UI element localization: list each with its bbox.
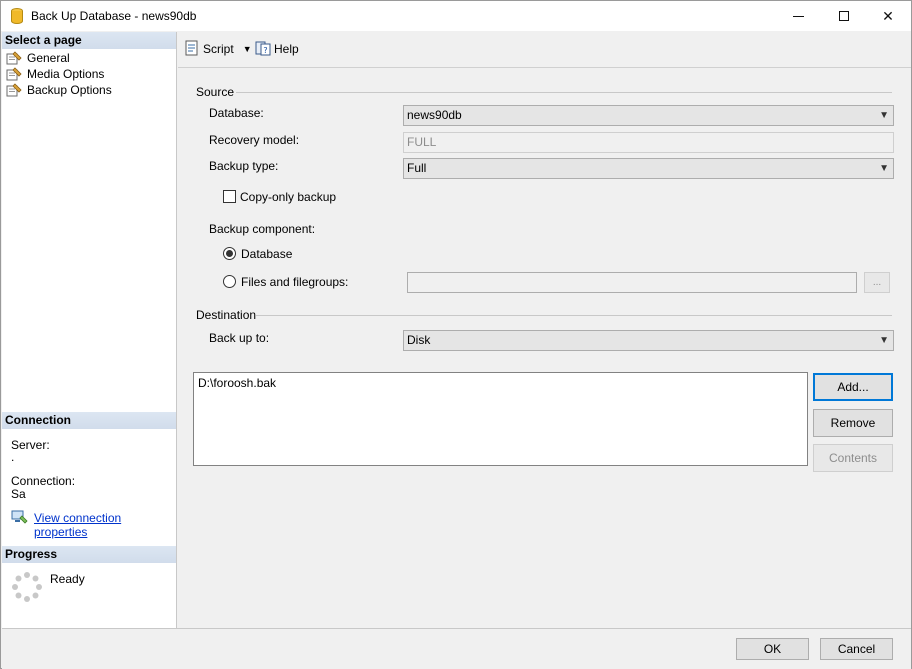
database-radio-label[interactable]: Database [241, 247, 292, 261]
page-item-backup-options[interactable]: Backup Options [6, 82, 112, 98]
left-panel: Select a page General Media Options Back… [2, 32, 177, 628]
connection-label: Connection: [11, 474, 76, 488]
copy-only-label[interactable]: Copy-only backup [240, 190, 336, 204]
destination-divider [256, 315, 892, 316]
minimize-button[interactable] [775, 1, 821, 31]
help-button[interactable]: ? Help [255, 40, 299, 58]
ok-button[interactable]: OK [736, 638, 809, 660]
general-page: Source Database: news90db ▼ Recovery mod… [178, 67, 911, 628]
page-item-label: Backup Options [27, 83, 112, 97]
title-bar: Back Up Database - news90db ✕ [1, 1, 911, 31]
backup-component-label: Backup component: [209, 222, 316, 236]
database-select[interactable]: news90db ▼ [403, 105, 894, 126]
minimize-icon [792, 15, 804, 17]
close-button[interactable]: ✕ [865, 1, 911, 31]
page-item-label: Media Options [27, 67, 105, 81]
files-filegroups-radio[interactable] [223, 275, 236, 288]
window-title: Back Up Database - news90db [31, 9, 197, 23]
database-value: news90db [407, 108, 462, 122]
script-icon [184, 40, 200, 59]
page-item-label: General [27, 51, 70, 65]
connection-value: Sa [11, 487, 26, 501]
view-connection-properties-link[interactable]: View connection properties [34, 511, 176, 539]
chevron-down-icon: ▼ [879, 163, 889, 174]
page-item-media-options[interactable]: Media Options [6, 66, 104, 82]
backup-type-value: Full [407, 161, 427, 175]
backup-type-select[interactable]: Full ▼ [403, 158, 894, 179]
cancel-button[interactable]: Cancel [820, 638, 893, 660]
chevron-down-icon: ▼ [879, 110, 889, 121]
progress-header: Progress [2, 546, 176, 563]
chevron-down-icon[interactable]: ▼ [243, 44, 252, 54]
connection-header: Connection [2, 412, 176, 429]
recovery-model-label: Recovery model: [209, 133, 300, 147]
connection-properties-icon [11, 510, 28, 527]
backup-type-label: Backup type: [209, 159, 279, 173]
page-wrench-icon [6, 83, 22, 97]
script-label: Script [203, 42, 234, 56]
back-up-to-label: Back up to: [209, 331, 270, 345]
back-up-to-value: Disk [407, 333, 431, 347]
contents-button: Contents [813, 444, 893, 472]
source-group-label: Source [196, 85, 235, 99]
svg-text:?: ? [263, 46, 267, 55]
source-divider [236, 92, 892, 93]
maximize-icon [839, 11, 849, 21]
list-item[interactable]: D:\foroosh.bak [198, 376, 803, 390]
recovery-model-field: FULL [403, 132, 894, 153]
chevron-down-icon: ▼ [879, 335, 889, 346]
maximize-button[interactable] [821, 1, 867, 31]
database-radio[interactable] [223, 247, 236, 260]
server-value: . [11, 450, 15, 464]
progress-status: Ready [50, 572, 85, 586]
remove-button[interactable]: Remove [813, 409, 893, 437]
dialog-footer: OK Cancel [2, 628, 911, 669]
select-page-header: Select a page [2, 32, 176, 49]
help-icon: ? [255, 40, 271, 59]
help-label: Help [274, 42, 299, 56]
add-button[interactable]: Add... [813, 373, 893, 401]
files-filegroups-radio-label[interactable]: Files and filegroups: [241, 275, 348, 289]
close-icon: ✕ [882, 7, 894, 24]
page-wrench-icon [6, 67, 22, 81]
copy-only-checkbox[interactable] [223, 190, 236, 203]
files-browse-button: ... [864, 272, 890, 293]
server-label: Server: [11, 438, 50, 452]
script-button[interactable]: Script ▼ [184, 40, 252, 58]
database-icon [11, 8, 23, 24]
backup-database-dialog: Back Up Database - news90db ✕ Select a p… [0, 0, 912, 669]
progress-spinner-icon [11, 571, 43, 606]
destination-group-label: Destination [196, 308, 257, 322]
destination-files-list[interactable]: D:\foroosh.bak [193, 372, 808, 466]
back-up-to-select[interactable]: Disk ▼ [403, 330, 894, 351]
page-wrench-icon [6, 51, 22, 65]
files-filegroups-field [407, 272, 857, 293]
toolbar: Script ▼ ? Help [178, 32, 911, 66]
page-item-general[interactable]: General [6, 50, 70, 66]
database-label: Database: [209, 106, 264, 120]
